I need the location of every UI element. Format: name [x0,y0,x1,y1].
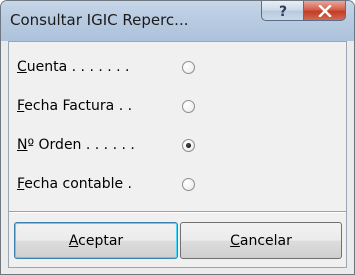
title-bar[interactable]: Consultar IGIC Reperc... ? [1,1,354,41]
option-numero-orden[interactable]: Nº Orden . . . . . . [17,134,217,158]
option-fecha-factura[interactable]: Fecha Factura . . [17,95,217,119]
separator [9,211,346,213]
dialog-body: Cuenta . . . . . . . Fecha Factura . . N… [8,41,347,268]
option-fecha-contable-label: Fecha contable . [17,176,133,192]
option-numero-orden-radio[interactable] [182,139,195,152]
option-fecha-factura-label: Fecha Factura . . [17,98,133,114]
option-cuenta[interactable]: Cuenta . . . . . . . [17,56,217,80]
window-title: Consultar IGIC Reperc... [10,11,189,29]
option-cuenta-label: Cuenta . . . . . . . [17,59,130,75]
option-fecha-factura-radio[interactable] [182,100,195,113]
help-icon: ? [278,4,286,19]
close-icon [317,4,332,17]
help-glyph: ? [278,4,286,19]
accept-button[interactable]: Aceptar [14,222,178,259]
cancel-button[interactable]: Cancelar [180,222,342,259]
option-numero-orden-label: Nº Orden . . . . . . [17,137,135,153]
option-cuenta-radio[interactable] [182,61,195,74]
help-button[interactable]: ? [261,1,304,21]
option-fecha-contable[interactable]: Fecha contable . [17,173,217,197]
cancel-button-label: Cancelar [230,232,292,249]
accept-button-label: Aceptar [68,232,124,249]
close-button[interactable] [303,1,346,21]
option-fecha-contable-radio[interactable] [182,178,195,191]
dialog-window: Consultar IGIC Reperc... ? Cuenta . . . … [0,0,355,275]
